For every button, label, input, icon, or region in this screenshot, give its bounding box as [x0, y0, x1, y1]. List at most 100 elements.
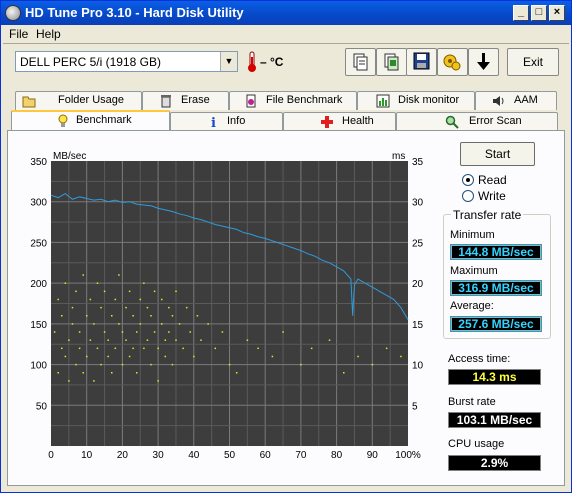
access-time-point	[71, 306, 74, 309]
access-time-point	[221, 331, 224, 333]
tab-erase[interactable]: Erase	[142, 91, 229, 110]
access-time-point	[78, 331, 81, 333]
right-tick-label: 20	[412, 279, 424, 290]
right-tick-label: 10	[412, 361, 424, 372]
access-time-point	[400, 355, 402, 358]
access-time-point	[132, 347, 134, 350]
access-time-point	[53, 331, 56, 333]
x-tick-label: 20	[117, 450, 129, 461]
file-benchmark-icon	[246, 94, 256, 108]
right-tick-label: 30	[412, 198, 424, 209]
access-time-point	[86, 315, 88, 317]
access-time-point	[57, 298, 59, 301]
window-title: HD Tune Pro 3.10 - Hard Disk Utility	[25, 5, 244, 20]
access-time-point	[118, 323, 120, 325]
access-time-point	[68, 339, 70, 341]
access-time-point	[164, 339, 167, 341]
access-time-point	[86, 355, 88, 358]
svg-text:i: i	[211, 116, 216, 129]
minimize-button[interactable]: _	[513, 5, 529, 21]
burst-rate-label: Burst rate	[448, 396, 496, 408]
health-cross-icon	[321, 116, 333, 128]
left-tick-label: 100	[30, 361, 47, 372]
access-time-point	[114, 347, 117, 350]
close-button[interactable]: ×	[549, 5, 565, 21]
menu-file[interactable]: File	[9, 27, 28, 41]
access-time-point	[100, 306, 102, 309]
access-time-point	[171, 315, 174, 317]
download-arrow-icon	[477, 53, 490, 70]
access-time-point	[89, 298, 92, 301]
x-tick-label: 40	[188, 450, 200, 461]
access-time-point	[135, 372, 138, 374]
access-time-point	[175, 290, 177, 293]
disk-monitor-icon	[376, 94, 390, 108]
left-tick-label: 250	[30, 238, 47, 249]
access-time-point	[68, 380, 70, 382]
access-time-point	[171, 363, 174, 366]
access-time-point	[139, 298, 142, 301]
left-tick-label: 300	[30, 198, 47, 209]
copy-info-button[interactable]	[345, 48, 376, 76]
read-radio[interactable]	[462, 174, 474, 186]
right-tick-label: 35	[412, 157, 424, 168]
transfer-rate-title: Transfer rate	[451, 208, 524, 222]
tab-aam[interactable]: AAM	[475, 91, 557, 110]
tab-info[interactable]: i Info	[170, 112, 283, 131]
access-time-point	[328, 339, 331, 341]
folder-icon	[22, 96, 36, 108]
copy-screenshot-button[interactable]	[376, 48, 407, 76]
x-tick-label: 50	[224, 450, 236, 461]
access-time-point	[185, 306, 188, 309]
maximum-label: Maximum	[450, 265, 498, 277]
x-axis: 0 10 20 30 40 50 60 70 80 90 100%	[48, 450, 421, 461]
access-time-point	[150, 363, 152, 366]
tab-file-benchmark[interactable]: File Benchmark	[229, 91, 357, 110]
maximize-button[interactable]: □	[531, 5, 547, 21]
download-button[interactable]	[468, 48, 499, 76]
chevron-down-icon[interactable]: ▼	[220, 52, 237, 71]
access-time-point	[271, 355, 274, 358]
grid	[51, 161, 408, 446]
write-radio[interactable]	[462, 190, 474, 202]
right-tick-label: 5	[412, 401, 418, 412]
drive-select[interactable]: DELL PERC 5/i (1918 GB) ▼	[15, 51, 238, 72]
right-axis: 35 30 25 20 15 10 5	[412, 157, 424, 412]
thermometer-icon	[248, 51, 256, 72]
menu-bar: File Help	[1, 25, 571, 43]
access-time-point	[61, 315, 63, 317]
access-time-point	[228, 363, 231, 366]
access-time-point	[143, 282, 145, 284]
left-tick-label: 350	[30, 157, 47, 168]
access-time-point	[146, 306, 149, 309]
access-time-point	[146, 339, 149, 341]
save-button[interactable]	[406, 48, 437, 76]
tab-label: Benchmark	[76, 114, 132, 126]
exit-button[interactable]: Exit	[507, 48, 559, 76]
access-time-point	[110, 372, 113, 374]
tab-disk-monitor[interactable]: Disk monitor	[357, 91, 475, 110]
x-tick-label: 90	[367, 450, 379, 461]
access-time-point	[121, 363, 124, 366]
info-icon: i	[211, 116, 216, 129]
access-time-point	[128, 355, 131, 358]
options-button[interactable]	[437, 48, 468, 76]
tab-error-scan[interactable]: Error Scan	[396, 112, 558, 131]
title-bar[interactable]: HD Tune Pro 3.10 - Hard Disk Utility _ □…	[1, 1, 571, 25]
access-time-point	[61, 347, 63, 350]
menu-help[interactable]: Help	[36, 27, 61, 41]
start-button[interactable]: Start	[460, 142, 535, 166]
tab-label: Health	[342, 115, 374, 127]
maximum-value: 316.9 MB/sec	[450, 280, 542, 296]
access-time-point	[64, 282, 67, 284]
right-axis-label: ms	[392, 151, 405, 162]
access-time-point	[107, 339, 109, 341]
access-time-point	[175, 339, 177, 341]
tab-benchmark[interactable]: Benchmark	[11, 110, 170, 131]
access-time-point	[343, 372, 345, 374]
tab-folder-usage[interactable]: Folder Usage	[15, 91, 142, 110]
trash-icon	[161, 95, 171, 108]
left-tick-label: 50	[36, 401, 48, 412]
tab-health[interactable]: Health	[283, 112, 396, 131]
right-tick-label: 15	[412, 320, 424, 331]
